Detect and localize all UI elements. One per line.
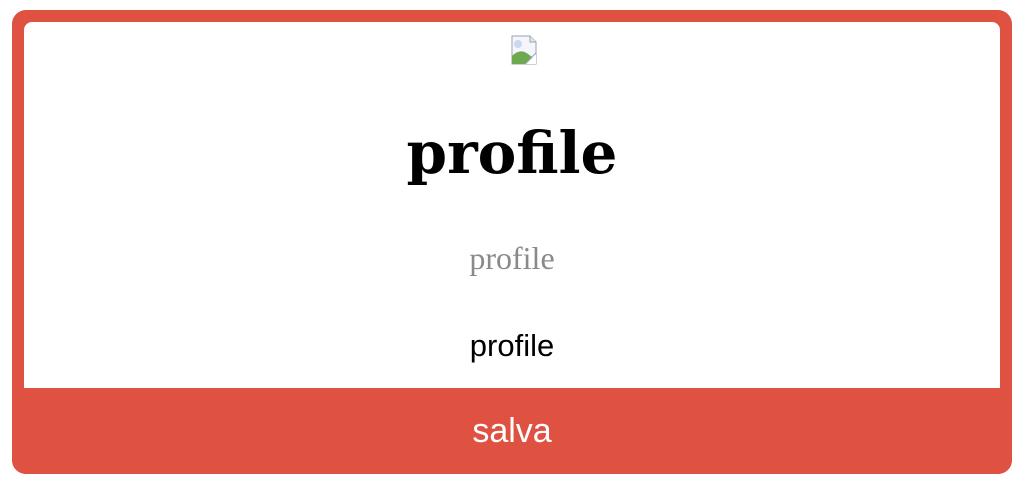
profile-card: profile profile profile salva	[12, 10, 1012, 474]
card-content: profile profile profile	[24, 22, 1000, 388]
page-title: profile	[406, 119, 618, 187]
broken-image-icon	[508, 34, 540, 66]
save-button[interactable]: salva	[12, 388, 1012, 474]
profile-text: profile	[469, 328, 555, 363]
profile-subtitle: profile	[469, 240, 555, 276]
